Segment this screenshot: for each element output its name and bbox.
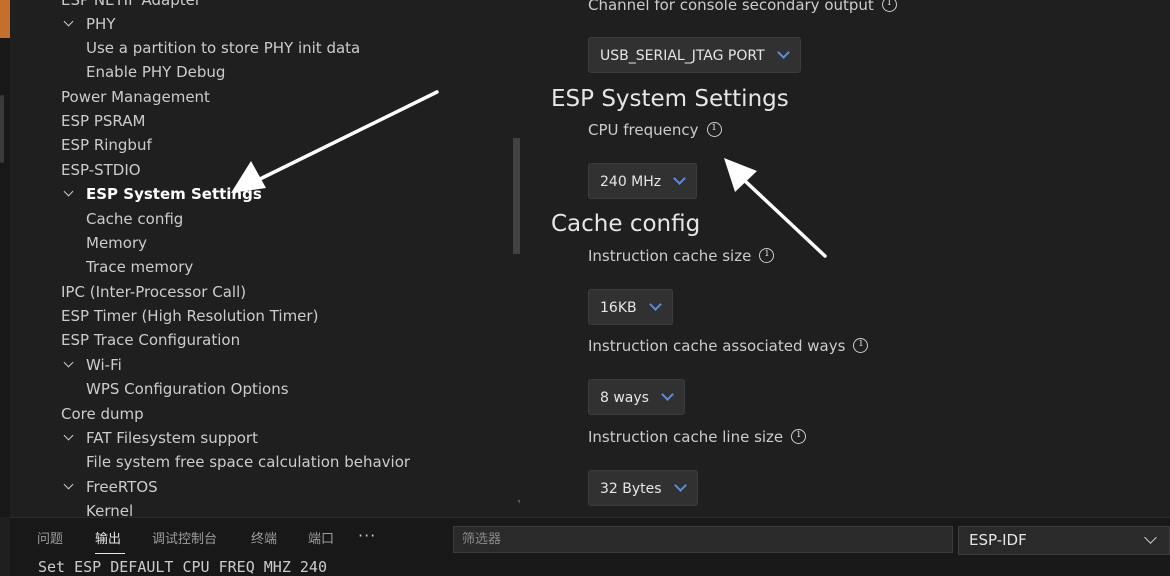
settings-pane: Channel for console secondary output USB… (520, 0, 1170, 517)
config-tree: ESP NETIF Adapter PHY Use a partition to… (10, 0, 520, 517)
panel-tab-debug-console[interactable]: 调试控制台 (152, 528, 217, 547)
section-title-cache: Cache config (551, 211, 701, 237)
tree-item[interactable]: IPC (Inter-Processor Call) (61, 280, 246, 304)
panel-tab-problems[interactable]: 问题 (37, 528, 63, 547)
filter-input[interactable] (453, 526, 953, 553)
tree-item[interactable]: Memory (86, 231, 147, 255)
tree-item[interactable]: File system free space calculation behav… (86, 450, 410, 474)
tree-item-label: FreeRTOS (86, 478, 158, 496)
icache-size-dropdown[interactable]: 16KB (588, 289, 673, 325)
tree-item[interactable]: Kernel (86, 499, 133, 517)
activity-indicator (0, 0, 10, 38)
tree-item-selected[interactable]: ESP System Settings (86, 182, 262, 206)
tree-item-label: File system free space calculation behav… (86, 453, 411, 471)
tree-item-label: ESP Timer (High Resolution Timer) (61, 307, 319, 325)
tree-item-label: ESP PSRAM (61, 112, 146, 130)
icache-size-label: Instruction cache size (588, 246, 775, 265)
tree-item-label: ESP System Settings (86, 185, 262, 203)
channel-value: ESP-IDF (969, 531, 1027, 549)
tree-item-label: ESP-STDIO (61, 161, 141, 179)
tree-item-label: Enable PHY Debug (86, 63, 226, 81)
dropdown-value: 240 MHz (600, 174, 662, 190)
tree-item-label: FAT Filesystem support (86, 429, 258, 447)
tree-item-label: Core dump (61, 405, 144, 423)
tree-item-label: WPS Configuration Options (86, 380, 289, 398)
chevron-down-icon (673, 172, 687, 185)
tree-item[interactable]: FAT Filesystem support (86, 426, 258, 450)
tree-item[interactable]: Cache config (86, 207, 183, 231)
tree-item-label: Wi-Fi (86, 356, 122, 374)
dropdown-value: 8 ways (600, 390, 649, 406)
panel-tab-terminal[interactable]: 终端 (251, 528, 277, 547)
cpu-frequency-label: CPU frequency (588, 120, 722, 139)
active-tab-indicator (95, 553, 125, 554)
info-icon[interactable] (791, 427, 807, 444)
panel-tab-output[interactable]: 输出 (95, 528, 121, 547)
tree-item-label: ESP Ringbuf (61, 136, 152, 154)
console-secondary-label: Channel for console secondary output (588, 0, 897, 14)
tree-item-label: Kernel (86, 502, 134, 517)
chevron-down-icon[interactable] (63, 475, 77, 499)
bottom-panel: 问题 输出 调试控制台 终端 端口 ··· ESP-IDF Set ESP DE… (10, 517, 1170, 576)
tree-item[interactable]: ESP Ringbuf (61, 133, 152, 157)
icache-ways-dropdown[interactable]: 8 ways (588, 379, 685, 415)
tree-item-label: Cache config (86, 210, 184, 228)
strip-scroll-thumb (0, 95, 4, 163)
chevron-down-icon (1144, 531, 1157, 544)
chevron-down-icon (661, 388, 674, 401)
chevron-down-icon[interactable] (63, 426, 77, 450)
tree-item[interactable]: Use a partition to store PHY init data (86, 36, 360, 60)
tree-item-label: Use a partition to store PHY init data (86, 39, 361, 57)
tree-item[interactable]: ESP Trace Configuration (61, 328, 240, 352)
cpu-frequency-dropdown[interactable]: 240 MHz (588, 163, 698, 199)
tree-scrollbar-thumb[interactable] (513, 138, 520, 254)
console-secondary-dropdown[interactable]: USB_SERIAL_JTAG PORT (588, 37, 801, 73)
tree-item[interactable]: ESP NETIF Adapter (61, 0, 201, 12)
more-icon[interactable]: ··· (358, 526, 376, 545)
icache-line-dropdown[interactable]: 32 Bytes (588, 470, 698, 506)
tree-item[interactable]: ESP-STDIO (61, 158, 141, 182)
tree-item[interactable]: Trace memory (86, 255, 193, 279)
output-text: Set ESP DEFAULT CPU FREQ MHZ 240 (38, 558, 327, 576)
tree-item[interactable]: Enable PHY Debug (86, 60, 225, 84)
chevron-down-icon (776, 46, 790, 59)
chevron-down-icon (673, 479, 687, 492)
dropdown-value: USB_SERIAL_JTAG PORT (600, 48, 765, 64)
tree-item[interactable]: Wi-Fi (86, 353, 122, 377)
section-title-system: ESP System Settings (551, 86, 789, 112)
dropdown-value: 16KB (600, 300, 637, 316)
info-icon[interactable] (853, 336, 869, 353)
chevron-down-icon[interactable] (63, 12, 77, 36)
tree-item[interactable]: FreeRTOS (86, 475, 158, 499)
chevron-down-icon[interactable] (63, 353, 77, 377)
chevron-down-icon[interactable] (63, 182, 77, 206)
tree-item[interactable]: Power Management (61, 85, 210, 109)
tree-item-label: Memory (86, 234, 148, 252)
tree-item[interactable]: Core dump (61, 402, 144, 426)
info-icon[interactable] (759, 246, 775, 263)
icache-line-label: Instruction cache line size (588, 427, 807, 446)
tree-item[interactable]: PHY (86, 12, 116, 36)
tree-item[interactable]: ESP PSRAM (61, 109, 145, 133)
tree-item-label: Trace memory (86, 258, 194, 276)
activity-strip (0, 0, 10, 517)
tree-item[interactable]: WPS Configuration Options (86, 377, 289, 401)
tree-item-label: PHY (86, 15, 116, 33)
tree-item-label: ESP Trace Configuration (61, 331, 241, 349)
panel-tab-ports[interactable]: 端口 (308, 528, 334, 547)
tree-item-label: ESP NETIF Adapter (61, 0, 202, 9)
tree-item-label: IPC (Inter-Processor Call) (61, 283, 247, 301)
info-icon[interactable] (706, 120, 722, 137)
tree-item-label: Power Management (61, 88, 210, 106)
tree-item[interactable]: ESP Timer (High Resolution Timer) (61, 304, 318, 328)
output-channel-select[interactable]: ESP-IDF (958, 526, 1170, 555)
dropdown-value: 32 Bytes (600, 481, 662, 497)
chevron-down-icon (648, 298, 662, 311)
info-icon[interactable] (881, 0, 897, 12)
icache-ways-label: Instruction cache associated ways (588, 336, 869, 355)
